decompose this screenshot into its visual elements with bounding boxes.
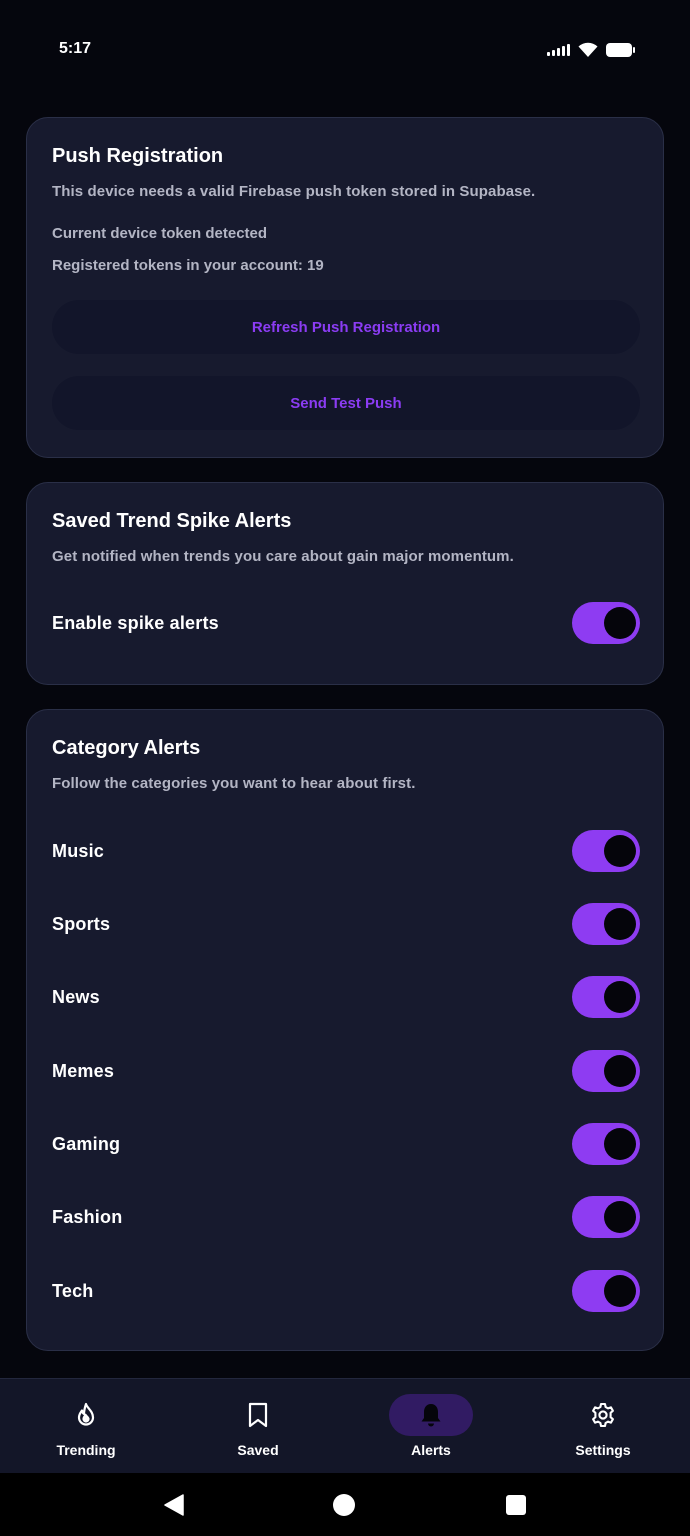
- send-test-push-button[interactable]: Send Test Push: [52, 376, 640, 430]
- category-row-tech: Tech: [52, 1269, 640, 1313]
- toggle-knob: [604, 908, 636, 940]
- wifi-icon: [578, 42, 598, 57]
- category-label: Memes: [52, 1060, 115, 1081]
- category-alerts-card: Category Alerts Follow the categories yo…: [26, 709, 664, 1351]
- category-toggle-fashion[interactable]: [572, 1196, 640, 1238]
- nav-label: Saved: [237, 1442, 279, 1458]
- status-bar: 5:17: [0, 0, 690, 100]
- nav-item-trending[interactable]: Trending: [0, 1379, 172, 1474]
- nav-label: Settings: [575, 1442, 631, 1458]
- category-label: Fashion: [52, 1206, 123, 1227]
- recents-icon[interactable]: [506, 1495, 526, 1515]
- toggle-knob: [604, 607, 636, 639]
- nav-item-saved[interactable]: Saved: [172, 1379, 344, 1474]
- status-time: 5:17: [59, 40, 92, 57]
- battery-icon: [606, 42, 635, 57]
- system-nav-bar: [0, 1473, 690, 1536]
- nav-label: Trending: [56, 1442, 116, 1458]
- category-label: Gaming: [52, 1133, 121, 1154]
- category-label: Tech: [52, 1280, 94, 1301]
- category-toggle-music[interactable]: [572, 830, 640, 872]
- category-toggle-tech[interactable]: [572, 1270, 640, 1312]
- home-icon[interactable]: [333, 1494, 355, 1516]
- category-row-sports: Sports: [52, 902, 640, 946]
- push-registration-description: This device needs a valid Firebase push …: [52, 183, 536, 200]
- spike-alerts-description: Get notified when trends you care about …: [52, 548, 514, 565]
- category-label: Music: [52, 840, 105, 861]
- toggle-knob: [604, 981, 636, 1013]
- status-icons: [547, 42, 635, 57]
- nav-item-alerts[interactable]: Alerts: [345, 1379, 517, 1474]
- bottom-nav: Trending Saved Alerts Settings: [0, 1378, 690, 1473]
- gear-icon: [592, 1402, 614, 1428]
- registered-tokens-text: Registered tokens in your account: 19: [52, 257, 324, 274]
- category-alerts-title: Category Alerts: [52, 737, 201, 759]
- toggle-knob: [604, 1201, 636, 1233]
- spike-alerts-card: Saved Trend Spike Alerts Get notified wh…: [26, 482, 664, 685]
- refresh-push-registration-button[interactable]: Refresh Push Registration: [52, 300, 640, 354]
- category-row-fashion: Fashion: [52, 1195, 640, 1239]
- category-toggle-sports[interactable]: [572, 903, 640, 945]
- token-status-text: Current device token detected: [52, 225, 268, 242]
- category-toggle-news[interactable]: [572, 976, 640, 1018]
- push-registration-title: Push Registration: [52, 145, 224, 167]
- flame-icon: [77, 1402, 95, 1426]
- spike-alerts-label: Enable spike alerts: [52, 612, 219, 633]
- back-icon[interactable]: [163, 1494, 185, 1516]
- nav-active-indicator: [389, 1394, 473, 1436]
- nav-item-settings[interactable]: Settings: [517, 1379, 689, 1474]
- category-row-gaming: Gaming: [52, 1122, 640, 1166]
- push-registration-card: Push Registration This device needs a va…: [26, 117, 664, 458]
- nav-label: Alerts: [411, 1442, 451, 1458]
- category-alerts-description: Follow the categories you want to hear a…: [52, 775, 416, 792]
- spike-alerts-row: Enable spike alerts: [52, 601, 640, 645]
- bookmark-icon: [248, 1402, 268, 1428]
- toggle-knob: [604, 1275, 636, 1307]
- category-toggle-memes[interactable]: [572, 1050, 640, 1092]
- category-label: Sports: [52, 913, 111, 934]
- toggle-knob: [604, 1128, 636, 1160]
- toggle-knob: [604, 1055, 636, 1087]
- category-row-music: Music: [52, 829, 640, 873]
- signal-icon: [547, 43, 570, 56]
- category-row-news: News: [52, 975, 640, 1019]
- spike-alerts-toggle[interactable]: [572, 602, 640, 644]
- bell-icon: [421, 1404, 441, 1427]
- spike-alerts-title: Saved Trend Spike Alerts: [52, 510, 292, 532]
- category-toggle-gaming[interactable]: [572, 1123, 640, 1165]
- toggle-knob: [604, 835, 636, 867]
- category-row-memes: Memes: [52, 1049, 640, 1093]
- category-label: News: [52, 986, 100, 1007]
